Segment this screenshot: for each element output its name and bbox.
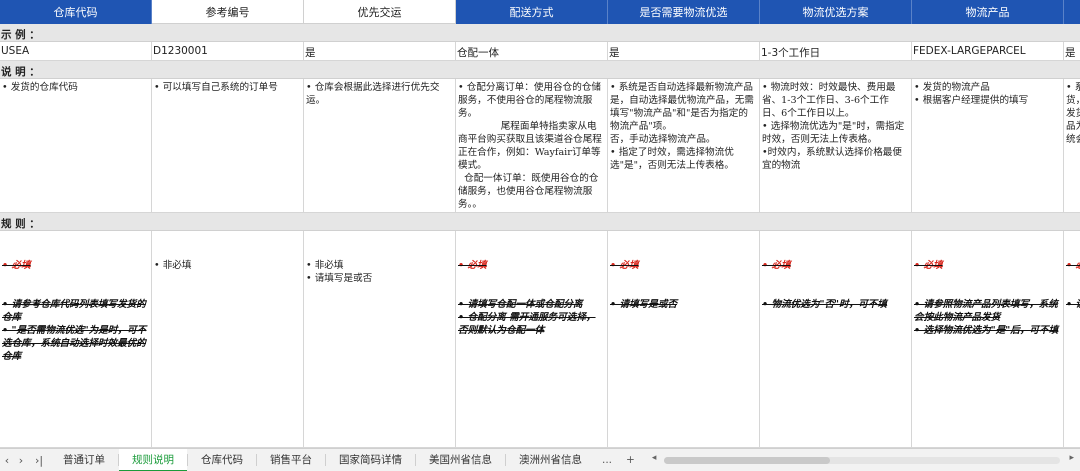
rule-text: • 请填写是或否	[610, 299, 678, 310]
description-cell[interactable]: • 发货的物流产品 • 根据客户经理提供的填写	[912, 79, 1064, 213]
sheet-tab-bar: ‹ › ›| 普通订单 规则说明 仓库代码 销售平台 国家简码详情 美国州省信息…	[0, 448, 1080, 471]
scroll-right-icon[interactable]: ▸	[1069, 453, 1074, 463]
description-row: • 发货的仓库代码 • 可以填写自己系统的订单号 • 仓库会根据此选择进行优先交…	[0, 79, 1080, 213]
col-header-reference-number[interactable]: 参考编号	[152, 0, 304, 24]
rule-cell[interactable]: • 必填 • 请填写是或否	[608, 231, 760, 448]
col-header-delivery-method[interactable]: 配送方式	[456, 0, 608, 24]
rule-text: • 请参考仓库代码列表填写发货的仓库 • "是否需物流优选"为是时，可不选仓库，…	[2, 299, 147, 362]
col-header-logistics-optimize[interactable]: 是否需要物流优选	[608, 0, 760, 24]
rule-text: • 请参照物流产品列表填写，系统会按此物流产品发货 • 选择物流优选为"是"后，…	[914, 299, 1059, 336]
required-flag: • 必填	[762, 260, 791, 271]
rule-text: • 物流优选为"否"时，可不填	[762, 299, 887, 310]
rule-cell[interactable]: • 必填 • 请填写仓配一体或仓配分离 • 仓配分离 需开通服务可选择，否则默认…	[456, 231, 608, 448]
rule-cell[interactable]: • 必填 • 请参照物流产品列表填写，系统会按此物流产品发货 • 选择物流优选为…	[912, 231, 1064, 448]
description-cell[interactable]: • 物流时效：时效最快、费用最省、1-3个工作日、3-6个工作日、6个工作日以上…	[760, 79, 912, 213]
rule-cell[interactable]: • 必填 • 请参考仓库代码列表填写发货的仓库 • "是否需物流优选"为是时，可…	[0, 231, 152, 448]
horizontal-scrollbar[interactable]: ◂ ▸	[650, 453, 1080, 465]
rule-text: • 请	[1066, 299, 1080, 310]
rule-cell[interactable]: • 必 • 请	[1064, 231, 1080, 448]
rule-text: • 非必填 • 请填写是或否	[306, 260, 373, 284]
col-header-priority-shipping[interactable]: 优先交运	[304, 0, 456, 24]
section-example-label[interactable]: 示 例 ：	[0, 24, 1080, 42]
example-cell[interactable]: 是	[1064, 42, 1080, 61]
example-cell[interactable]: FEDEX-LARGEPARCEL	[912, 42, 1064, 61]
example-row: USEA D1230001 是 仓配一体 是 1-3个工作日 FEDEX-LAR…	[0, 42, 1080, 61]
required-flag: • 必	[1066, 260, 1080, 271]
required-flag: • 必填	[458, 260, 487, 271]
prev-sheet-icon[interactable]: ‹	[0, 454, 14, 467]
description-cell[interactable]: • 系 货， 发货 品为 统会	[1064, 79, 1080, 213]
sheet-tab[interactable]: 销售平台	[257, 449, 325, 471]
rule-cell[interactable]: • 非必填	[152, 231, 304, 448]
col-header-warehouse-code[interactable]: 仓库代码	[0, 0, 152, 24]
example-cell[interactable]: USEA	[0, 42, 152, 61]
section-description-label[interactable]: 说 明 ：	[0, 61, 1080, 79]
description-cell[interactable]: • 仓库会根据此选择进行优先交运。	[304, 79, 456, 213]
rule-cell[interactable]: • 必填 • 物流优选为"否"时，可不填	[760, 231, 912, 448]
add-sheet-icon[interactable]: +	[619, 454, 642, 466]
rule-text: • 非必填	[154, 260, 192, 271]
rule-text: • 请填写仓配一体或仓配分离 • 仓配分离 需开通服务可选择，否则默认为仓配一体	[458, 299, 596, 336]
scroll-left-icon[interactable]: ◂	[652, 453, 657, 463]
example-cell[interactable]: 是	[304, 42, 456, 61]
required-flag: • 必填	[2, 260, 31, 271]
col-header-logistics-product[interactable]: 物流产品	[912, 0, 1064, 24]
description-cell[interactable]: • 发货的仓库代码	[0, 79, 152, 213]
scroll-thumb[interactable]	[663, 457, 831, 464]
sheet-tab[interactable]: 澳洲州省信息	[506, 449, 595, 471]
description-cell[interactable]: • 可以填写自己系统的订单号	[152, 79, 304, 213]
sheet-tab-active[interactable]: 规则说明	[119, 448, 187, 471]
rule-cell[interactable]: • 非必填 • 请填写是或否	[304, 231, 456, 448]
description-cell[interactable]: • 仓配分离订单：使用谷仓的仓储服务，不使用谷仓的尾程物流服务。 尾程面单特指卖…	[456, 79, 608, 213]
sheet-tab[interactable]: 普通订单	[50, 449, 118, 471]
example-cell[interactable]: 是	[608, 42, 760, 61]
column-header-row: 仓库代码 参考编号 优先交运 配送方式 是否需要物流优选 物流优选方案 物流产品	[0, 0, 1080, 24]
example-cell[interactable]: D1230001	[152, 42, 304, 61]
last-sheet-icon[interactable]: ›|	[28, 454, 50, 467]
more-sheets-icon[interactable]: ...	[595, 454, 619, 466]
sheet-tab[interactable]: 美国州省信息	[416, 449, 505, 471]
spreadsheet-grid: 仓库代码 参考编号 优先交运 配送方式 是否需要物流优选 物流优选方案 物流产品…	[0, 0, 1080, 448]
col-header-optimize-plan[interactable]: 物流优选方案	[760, 0, 912, 24]
next-sheet-icon[interactable]: ›	[14, 454, 28, 467]
required-flag: • 必填	[914, 260, 943, 271]
example-cell[interactable]: 1-3个工作日	[760, 42, 912, 61]
rules-row: • 必填 • 请参考仓库代码列表填写发货的仓库 • "是否需物流优选"为是时，可…	[0, 231, 1080, 448]
sheet-tab[interactable]: 国家简码详情	[326, 449, 415, 471]
sheet-tab[interactable]: 仓库代码	[188, 449, 256, 471]
section-rules-label[interactable]: 规 则 ：	[0, 213, 1080, 231]
required-flag: • 必填	[610, 260, 639, 271]
example-cell[interactable]: 仓配一体	[456, 42, 608, 61]
description-cell[interactable]: • 系统是否自动选择最新物流产品 是，自动选择最优物流产品，无需填写"物流产品"…	[608, 79, 760, 213]
scroll-track[interactable]	[663, 457, 1060, 464]
col-header-next[interactable]	[1064, 0, 1080, 24]
